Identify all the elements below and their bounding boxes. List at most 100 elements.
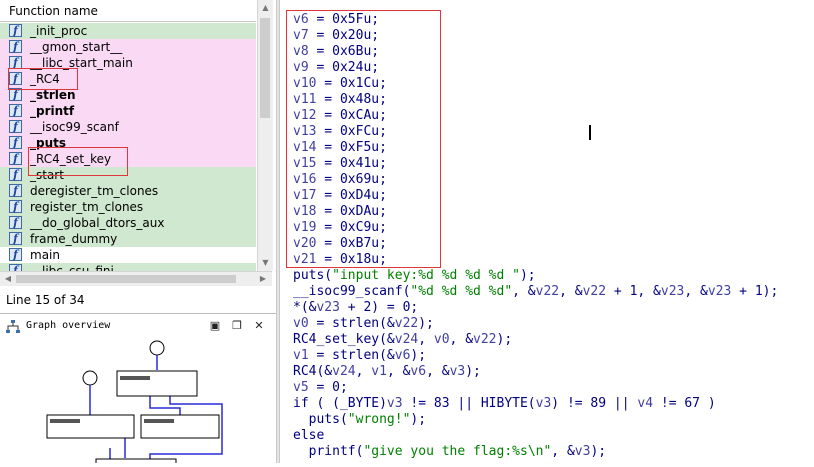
- hscroll-thumb[interactable]: [16, 275, 236, 283]
- close-icon[interactable]: ✕: [252, 319, 266, 333]
- code-token: );: [590, 444, 607, 459]
- function-list-horizontal-scrollbar[interactable]: ◀ ▶: [0, 271, 272, 286]
- code-line[interactable]: if ( (_BYTE)v3 != 83 || HIBYTE(v3) != 89…: [293, 396, 716, 412]
- restore-icon[interactable]: ❐: [230, 319, 244, 333]
- code-token: "%d %d %d %d": [410, 284, 513, 299]
- function-name-column-header[interactable]: Function name: [0, 0, 256, 22]
- function-icon: f: [9, 216, 22, 229]
- function-item-label: __gmon_start__: [30, 40, 123, 54]
- code-token: , &: [386, 364, 411, 379]
- code-token: puts(: [293, 412, 348, 427]
- scroll-left-icon[interactable]: ◀: [3, 274, 13, 284]
- function-icon: f: [9, 136, 22, 149]
- highlight-key-bytes: [286, 10, 441, 268]
- code-token: + 1);: [731, 284, 779, 299]
- function-icon: f: [9, 248, 22, 261]
- function-item-label: _printf: [30, 104, 75, 118]
- code-token: ,: [355, 364, 372, 379]
- code-token: v22: [535, 284, 560, 299]
- scroll-up-icon[interactable]: ▲: [261, 3, 270, 12]
- code-token: = 0;: [308, 380, 348, 395]
- highlight-rc4: [8, 68, 78, 90]
- function-item-label: _init_proc: [30, 24, 88, 38]
- code-token: = strlen(&: [308, 348, 395, 363]
- function-item-label: deregister_tm_clones: [30, 184, 159, 198]
- code-line[interactable]: RC4(&v24, v1, &v6, &v3);: [293, 364, 481, 380]
- code-line[interactable]: RC4_set_key(&v24, v0, &v22);: [293, 332, 512, 348]
- code-token: != 67 ): [653, 396, 716, 411]
- code-token: + 1, &: [606, 284, 661, 299]
- scroll-thumb[interactable]: [260, 18, 270, 118]
- code-line[interactable]: __isoc99_scanf("%d %d %d %d", &v22, &v22…: [293, 284, 778, 300]
- code-token: v4: [637, 396, 654, 411]
- function-item[interactable]: f main: [0, 247, 256, 263]
- code-token: , &: [684, 284, 708, 299]
- function-item-label: __isoc99_scanf: [30, 120, 119, 134]
- text-cursor: [589, 125, 591, 140]
- code-token: v3: [386, 396, 403, 411]
- code-token: );: [410, 348, 427, 363]
- function-item-label: frame_dummy: [30, 232, 118, 246]
- code-token: v3: [449, 364, 466, 379]
- code-token: printf(: [293, 444, 364, 459]
- minimize-icon[interactable]: ▣: [208, 319, 222, 333]
- code-token: if ( (_BYTE): [293, 396, 387, 411]
- function-item[interactable]: f register_tm_clones: [0, 199, 256, 215]
- graph-overview-canvas[interactable]: [0, 338, 276, 466]
- function-icon: f: [9, 104, 22, 117]
- function-list-vertical-scrollbar[interactable]: ▲ ▼: [257, 0, 273, 271]
- code-line[interactable]: puts("input key:%d %d %d %d ");: [293, 268, 536, 284]
- function-icon: f: [9, 200, 22, 213]
- code-token: , &: [449, 332, 474, 347]
- pane-splitter[interactable]: [276, 0, 280, 463]
- graph-overview-titlebar: Graph overview ▣ ❐ ✕: [0, 317, 276, 337]
- code-line[interactable]: *(&v23 + 2) = 0;: [293, 300, 418, 316]
- function-item-label: register_tm_clones: [30, 200, 144, 214]
- graph-overview-title: Graph overview: [26, 320, 111, 331]
- code-line[interactable]: else: [293, 428, 324, 444]
- code-line[interactable]: v0 = strlen(&v22);: [293, 316, 434, 332]
- function-icon: f: [9, 152, 22, 165]
- code-line[interactable]: v1 = strlen(&v6);: [293, 348, 426, 364]
- code-token: );: [519, 268, 536, 283]
- code-token: + 2) = 0;: [339, 300, 419, 315]
- function-item[interactable]: f deregister_tm_clones: [0, 183, 256, 199]
- code-token: v0: [293, 316, 309, 331]
- function-item[interactable]: f __isoc99_scanf: [0, 119, 256, 135]
- code-token: , &: [426, 364, 450, 379]
- code-token: v1: [371, 364, 387, 379]
- function-icon: f: [9, 40, 22, 53]
- function-item-label: __do_global_dtors_aux: [30, 216, 165, 230]
- code-token: "input key:%d %d %d %d ": [332, 268, 520, 283]
- code-token: RC4(&: [293, 364, 333, 379]
- function-item[interactable]: f __gmon_start__: [0, 39, 256, 55]
- code-token: v0: [433, 332, 450, 347]
- function-item[interactable]: f _printf: [0, 103, 256, 119]
- code-token: v3: [574, 444, 591, 459]
- function-item-label: __libc_csu_fini: [30, 264, 114, 271]
- code-token: puts(: [293, 268, 333, 283]
- code-token: != 83 || HIBYTE(: [402, 396, 536, 411]
- function-item[interactable]: f _init_proc: [0, 23, 256, 39]
- function-item[interactable]: f __libc_csu_fini: [0, 263, 256, 271]
- graph-overview-drawing[interactable]: [0, 338, 276, 466]
- code-token: __isoc99_scanf(: [293, 284, 411, 299]
- code-token: v22: [394, 316, 419, 331]
- code-line[interactable]: printf("give you the flag:%s\n", &v3);: [293, 444, 606, 460]
- code-token: "give you the flag:%s\n": [363, 444, 552, 459]
- function-item[interactable]: f __do_global_dtors_aux: [0, 215, 256, 231]
- code-token: v6: [410, 364, 427, 379]
- code-line[interactable]: puts("wrong!");: [293, 412, 426, 428]
- code-token: v1: [293, 348, 309, 363]
- graph-icon: [6, 320, 20, 333]
- scroll-right-icon[interactable]: ▶: [258, 274, 268, 284]
- scroll-down-icon[interactable]: ▼: [261, 258, 270, 267]
- code-line[interactable]: v5 = 0;: [293, 380, 348, 396]
- code-token: ,: [418, 332, 434, 347]
- code-token: );: [418, 316, 434, 331]
- code-token: v5: [293, 380, 309, 395]
- function-item[interactable]: f frame_dummy: [0, 231, 256, 247]
- code-token: v24: [394, 332, 419, 347]
- function-icon: f: [9, 184, 22, 197]
- code-token: );: [496, 332, 513, 347]
